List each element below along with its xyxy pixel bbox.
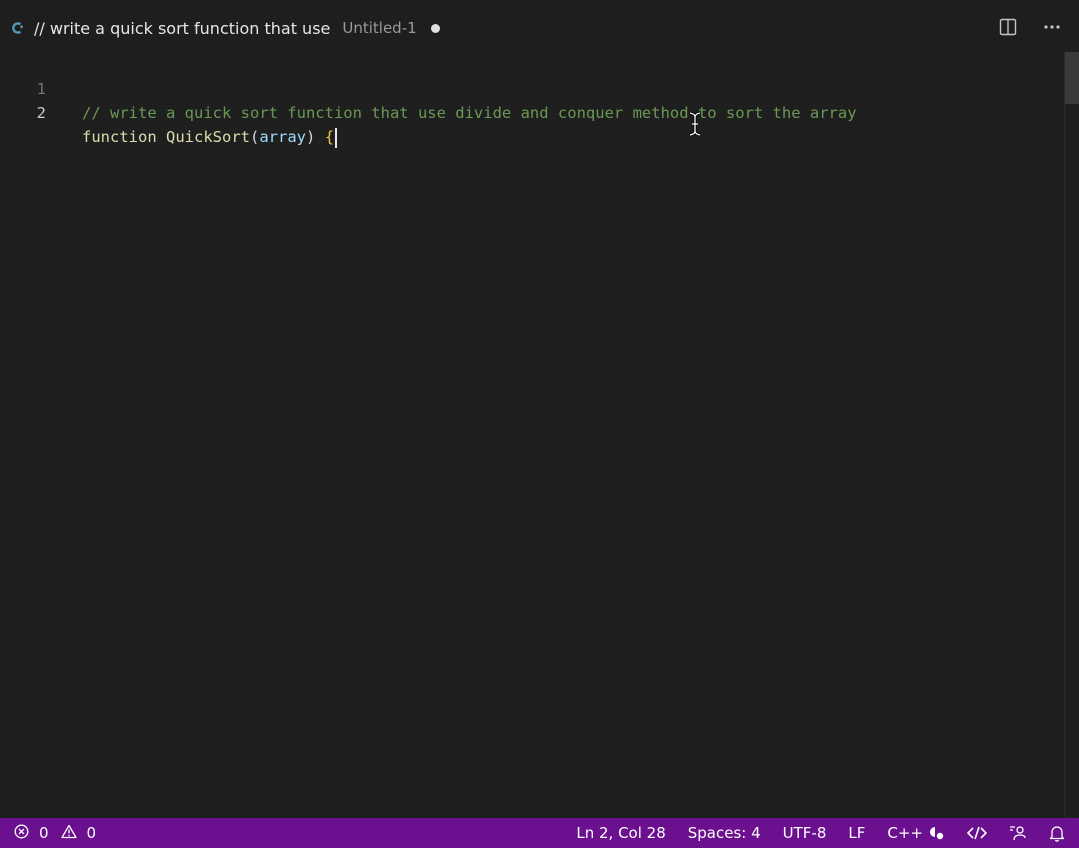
editor-actions [997, 16, 1063, 38]
language-label: C++ [887, 824, 923, 842]
warning-icon [60, 824, 77, 843]
error-count: 0 [39, 824, 49, 842]
language-mode[interactable]: C++ [876, 818, 956, 848]
notifications-bell-icon[interactable] [1038, 818, 1079, 848]
minimap-edge [1064, 52, 1065, 818]
keyword-token: function [82, 128, 157, 146]
error-icon [14, 824, 29, 843]
cpp-language-icon [10, 20, 26, 36]
ibeam-cursor-icon [689, 111, 701, 137]
comment-text: // write a quick sort function that use … [82, 104, 857, 122]
language-status-icon [929, 825, 945, 841]
code-content: function QuickSort(array) { [82, 125, 338, 149]
paren-token: ( [250, 128, 260, 146]
feedback-icon[interactable] [998, 818, 1038, 848]
warning-count: 0 [86, 824, 97, 842]
brace-token: { [324, 128, 335, 146]
cursor-position[interactable]: Ln 2, Col 28 [565, 818, 676, 848]
code-line[interactable]: 1 // write a quick sort function that us… [0, 53, 1079, 122]
status-bar-right: Ln 2, Col 28 Spaces: 4 UTF-8 LF C++ [565, 818, 1079, 848]
line-number: 2 [36, 104, 46, 122]
indentation[interactable]: Spaces: 4 [677, 818, 772, 848]
scrollbar-slider[interactable] [1065, 52, 1079, 104]
tab-title: // write a quick sort function that use [34, 18, 331, 38]
problems-indicator[interactable]: 0 0 [0, 824, 102, 843]
paren-token: ) [306, 128, 316, 146]
tab-description: Untitled-1 [342, 19, 417, 37]
encoding[interactable]: UTF-8 [772, 818, 838, 848]
parameter-token: array [259, 128, 307, 146]
split-editor-icon[interactable] [997, 16, 1019, 38]
editor-tab[interactable]: // write a quick sort function that use … [0, 10, 454, 46]
end-of-line[interactable]: LF [837, 818, 876, 848]
code-editor[interactable]: 1 // write a quick sort function that us… [0, 52, 1079, 818]
unsaved-indicator-icon[interactable] [430, 23, 440, 33]
status-bar: 0 0 Ln 2, Col 28 Spaces: 4 UTF-8 LF C++ [0, 818, 1079, 848]
text-caret [335, 127, 338, 148]
code-line-active[interactable]: 2 function QuickSort(array) { [0, 77, 1079, 148]
function-name-token: QuickSort [166, 128, 250, 146]
more-actions-icon[interactable] [1041, 16, 1063, 38]
copilot-icon[interactable] [956, 818, 998, 848]
editor-tab-bar: // write a quick sort function that use … [0, 0, 1079, 56]
